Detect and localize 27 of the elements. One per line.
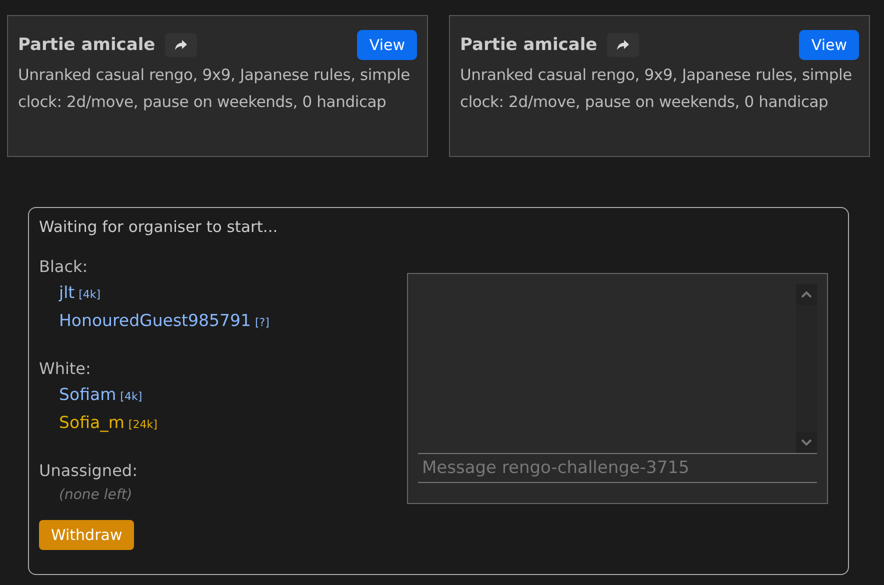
share-arrow-icon [174,39,188,51]
player-name[interactable]: HonouredGuest985791 [59,308,252,334]
unassigned-label: Unassigned: [39,460,138,482]
card-title: Partie amicale [460,35,598,55]
card-description: Unranked casual rengo, 9x9, Japanese rules, simple clock: 2d/move, pause on weekends, 0 handicap [18,65,411,113]
scrollbar[interactable] [796,284,817,453]
none-left-note: (none left) [58,486,134,505]
player-name[interactable]: Sofia_m [59,410,124,436]
player-rank: [4k] [120,389,142,405]
message-field[interactable]: Message rengo-challenge-3715 [418,454,817,483]
team-label: White: [39,358,92,380]
player-rank: [4k] [78,287,101,303]
view-button[interactable]: View [357,30,417,60]
team-label: Black: [39,256,89,278]
scroll-down-icon[interactable] [796,432,817,453]
player-rank: [24k] [128,417,158,433]
card-description: Unranked casual rengo, 9x9, Japanese rules, simple clock: 2d/move, pause on weekends, 0 handicap [460,65,853,113]
share-button[interactable] [607,33,640,57]
share-arrow-icon [616,39,630,51]
share-button[interactable] [165,33,198,57]
player-name[interactable]: Sofiam [59,382,116,408]
player-name[interactable]: jlt [59,280,75,306]
player-rank: [?] [255,315,270,331]
card-title: Partie amicale [18,35,156,55]
status-text: Waiting for organiser to start... [39,218,279,236]
scroll-up-icon[interactable] [796,284,817,305]
view-button[interactable]: View [799,30,859,60]
